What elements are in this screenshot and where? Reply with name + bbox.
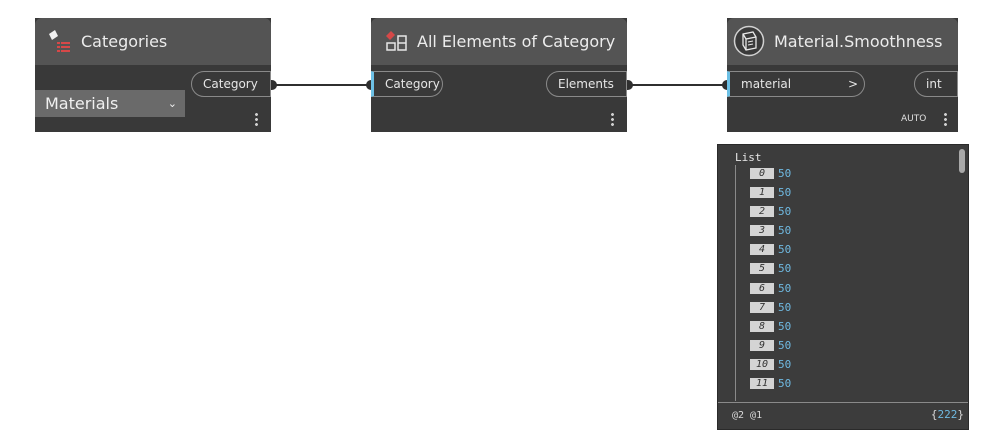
category-dropdown-value: Materials xyxy=(45,94,119,113)
chevron-down-icon: ⌄ xyxy=(167,97,177,110)
list-item-value: 50 xyxy=(778,319,792,333)
list-item-index: 3 xyxy=(750,225,774,237)
list-item-value: 50 xyxy=(778,338,792,352)
elements-output-port[interactable]: Elements xyxy=(546,71,627,97)
list-item-value: 50 xyxy=(778,167,792,180)
list-item: 10 50 xyxy=(750,357,950,376)
all-elements-icon xyxy=(383,28,409,58)
all-elements-node-header[interactable]: All Elements of Category xyxy=(371,18,627,65)
category-output-port[interactable]: Category xyxy=(191,71,271,97)
material-smoothness-node[interactable]: Material.Smoothness material > int AUTO xyxy=(727,18,958,132)
categories-node-title: Categories xyxy=(81,32,168,51)
node-menu-icon[interactable] xyxy=(255,112,258,127)
item-count-open: { xyxy=(930,408,938,421)
list-item-value: 50 xyxy=(778,262,792,276)
categories-icon xyxy=(45,29,71,59)
list-item-index: 11 xyxy=(750,378,774,390)
preview-list-header: List xyxy=(735,151,762,164)
list-item: 2 50 xyxy=(750,204,950,223)
all-elements-node-title: All Elements of Category xyxy=(417,32,616,51)
all-elements-node[interactable]: All Elements of Category Category Elemen… xyxy=(371,18,627,132)
material-smoothness-node-title: Material.Smoothness xyxy=(774,32,943,51)
list-item-index: 8 xyxy=(750,320,774,332)
list-item: 3 50 xyxy=(750,223,950,242)
material-input-port[interactable]: material > xyxy=(727,71,865,97)
list-item-value: 50 xyxy=(778,300,792,314)
node-menu-icon[interactable] xyxy=(944,112,947,127)
list-item-index: 0 xyxy=(750,168,774,179)
preview-list[interactable]: 0 50 1 50 2 50 3 50 4 50 5 50 6 50 7 50 8 50 9 50 10 50 11 50 xyxy=(750,166,950,399)
list-item-index: 7 xyxy=(750,301,774,313)
list-item-value: 50 xyxy=(778,281,792,295)
list-item-index: 5 xyxy=(750,263,774,275)
list-item: 4 50 xyxy=(750,242,950,261)
wire-start-connector xyxy=(271,80,277,90)
wire-all-elements-to-smoothness[interactable] xyxy=(629,84,727,86)
lacing-label[interactable]: AUTO xyxy=(901,114,926,124)
list-item-index: 1 xyxy=(750,187,774,199)
list-item-value: 50 xyxy=(778,357,792,371)
list-item: 7 50 xyxy=(750,300,950,319)
list-item-index: 9 xyxy=(750,339,774,351)
category-input-port[interactable]: Category xyxy=(371,71,443,97)
list-item-value: 50 xyxy=(778,186,792,200)
preview-scrollbar[interactable] xyxy=(959,149,965,173)
material-icon xyxy=(733,25,765,61)
list-item-index: 2 xyxy=(750,206,774,218)
material-smoothness-node-header[interactable]: Material.Smoothness xyxy=(727,18,958,65)
item-count: {222} xyxy=(931,408,964,421)
item-count-value: 222 xyxy=(937,408,958,421)
list-item-value: 50 xyxy=(778,243,792,257)
list-item-index: 6 xyxy=(750,282,774,294)
wire-categories-to-all-elements[interactable] xyxy=(273,84,371,86)
list-item-index: 10 xyxy=(750,358,774,370)
tree-line xyxy=(735,165,736,401)
material-input-label: material xyxy=(741,77,792,91)
item-count-close: } xyxy=(957,408,964,421)
categories-node-header[interactable]: Categories xyxy=(35,18,271,65)
node-menu-icon[interactable] xyxy=(611,112,614,127)
list-item: 5 50 xyxy=(750,261,950,280)
list-item-index: 4 xyxy=(750,244,774,256)
input-arrow: > xyxy=(847,77,858,91)
category-dropdown[interactable]: Materials ⌄ xyxy=(35,90,185,117)
list-levels[interactable]: @2 @1 xyxy=(732,410,762,421)
list-item: 9 50 xyxy=(750,338,950,357)
list-item: 0 50 xyxy=(750,166,950,185)
list-item-value: 50 xyxy=(778,224,792,238)
list-item-value: 50 xyxy=(778,377,792,391)
list-item: 8 50 xyxy=(750,319,950,338)
node-preview-bubble[interactable]: List 0 50 1 50 2 50 3 50 4 50 5 50 6 50 7 50 8 50 9 50 10 50 1… xyxy=(717,144,969,430)
list-item: 1 50 xyxy=(750,185,950,204)
categories-node[interactable]: Categories Materials ⌄ Category xyxy=(35,18,271,132)
list-item: 6 50 xyxy=(750,281,950,300)
list-item: 11 50 xyxy=(750,376,950,395)
int-output-port[interactable]: int xyxy=(914,71,958,97)
wire-start-connector xyxy=(627,80,633,90)
preview-footer: @2 @1 {222} xyxy=(718,402,968,429)
list-item-value: 50 xyxy=(778,205,792,219)
